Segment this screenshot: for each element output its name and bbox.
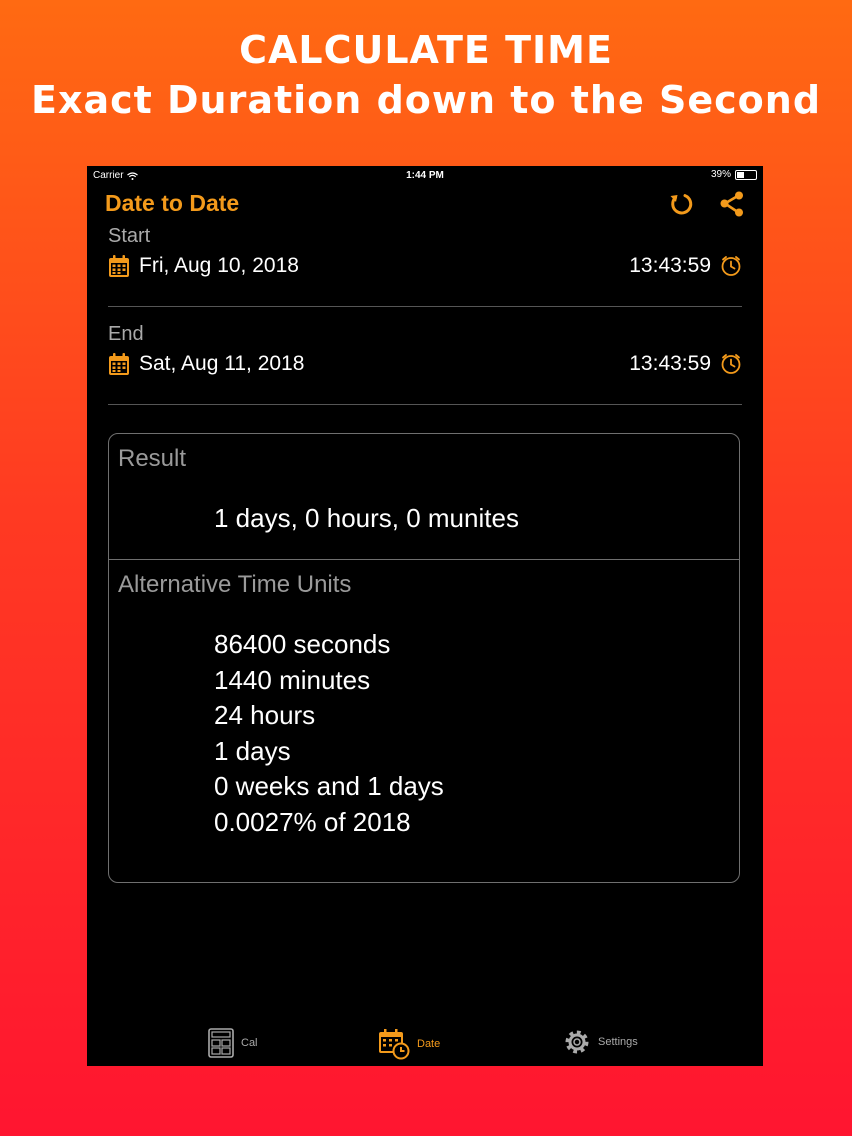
calculator-icon <box>208 1028 234 1058</box>
list-item: 86400 seconds <box>214 629 391 659</box>
share-icon <box>720 191 743 217</box>
end-row[interactable]: Sat, Aug 11, 2018 13:43:59 <box>108 350 742 378</box>
gear-icon <box>565 1030 589 1054</box>
clock-icon[interactable] <box>720 353 742 375</box>
tab-settings-label: Settings <box>598 1036 638 1048</box>
tab-cal[interactable]: Cal <box>208 1028 258 1058</box>
status-bar: Carrier 1:44 PM 39% <box>87 166 763 184</box>
end-label: End <box>108 323 144 345</box>
battery-indicator: 39% <box>711 169 757 180</box>
list-item: 1 days <box>214 735 291 766</box>
app-screen: Carrier 1:44 PM 39% Date to Date Start F… <box>87 166 763 1066</box>
tab-cal-label: Cal <box>241 1037 258 1049</box>
share-button[interactable] <box>716 188 748 220</box>
tab-settings[interactable]: Settings <box>563 1028 638 1056</box>
start-row[interactable]: Fri, Aug 10, 2018 13:43:59 <box>108 252 742 280</box>
calendar-clock-icon <box>379 1029 410 1060</box>
result-panel: Result 1 days, 0 hours, 0 munites Altern… <box>108 433 740 883</box>
refresh-icon <box>670 194 693 215</box>
alt-units-title: Alternative Time Units <box>118 571 352 598</box>
alt-units-list: 86400 seconds 1440 minutes 24 hours 1 da… <box>214 627 444 841</box>
promo-subheadline: Exact Duration down to the Second <box>30 78 822 122</box>
result-value: 1 days, 0 hours, 0 munites <box>214 503 519 533</box>
end-date-value[interactable]: Sat, Aug 11, 2018 <box>139 352 304 376</box>
clock-icon[interactable] <box>720 255 742 277</box>
battery-percent: 39% <box>710 169 731 180</box>
start-label: Start <box>108 225 151 247</box>
divider <box>108 306 742 307</box>
tab-bar: Cal Date Settings <box>87 1026 763 1066</box>
refresh-button[interactable] <box>665 188 697 220</box>
list-item: 0.0027% of 2018 <box>214 806 411 837</box>
status-time: 1:44 PM <box>406 170 444 181</box>
result-divider <box>109 559 739 560</box>
start-time-value[interactable]: 13:43:59 <box>629 254 711 278</box>
divider <box>108 404 742 405</box>
page-title: Date to Date <box>105 190 240 216</box>
list-item: 1440 minutes <box>214 664 371 695</box>
tab-date-label: Date <box>417 1038 441 1050</box>
end-time-value[interactable]: 13:43:59 <box>629 352 711 376</box>
list-item: 0 weeks and 1 days <box>214 771 444 802</box>
promo-headline: CALCULATE TIME <box>239 28 613 72</box>
start-date-value[interactable]: Fri, Aug 10, 2018 <box>139 254 299 278</box>
result-title: Result <box>118 445 187 472</box>
calendar-icon <box>109 255 129 277</box>
calendar-icon <box>109 353 129 375</box>
battery-icon <box>735 169 757 180</box>
list-item: 24 hours <box>214 700 316 731</box>
tab-date[interactable]: Date <box>378 1028 440 1060</box>
